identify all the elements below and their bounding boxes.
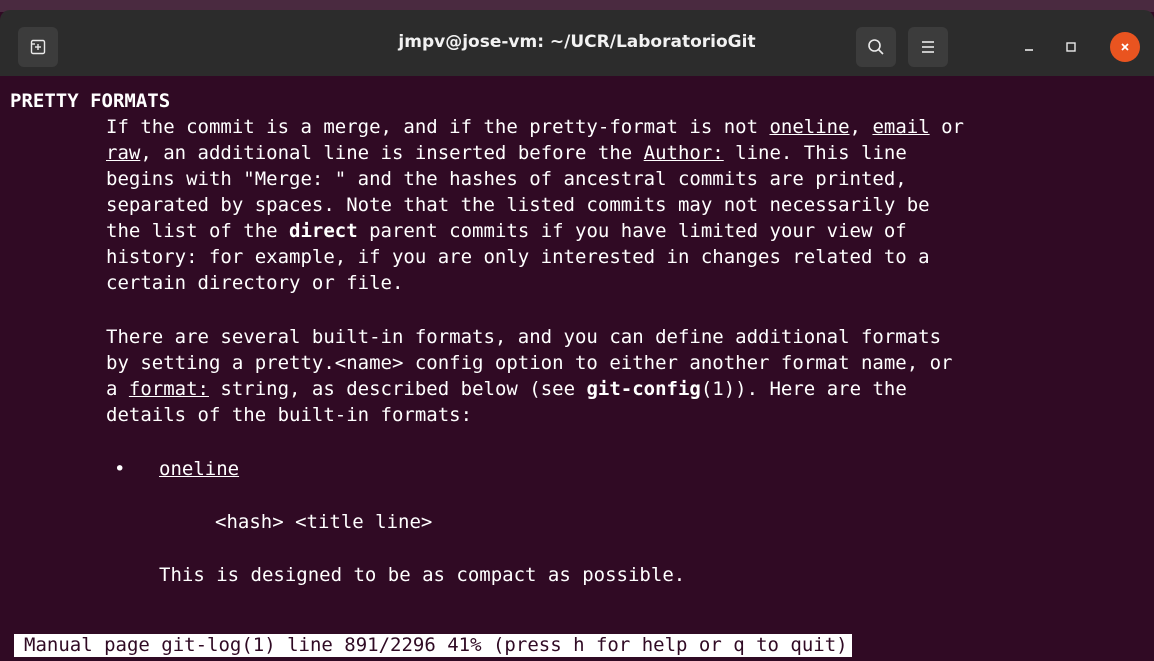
format-ref: format: (128, 378, 209, 400)
format-description: This is designed to be as compact as pos… (159, 564, 686, 586)
section-heading: PRETTY FORMATS (10, 90, 171, 112)
text-line: by setting a pretty.<name> config option… (106, 352, 953, 374)
git-config-ref: git-config (586, 378, 701, 400)
text-span: or (929, 116, 964, 138)
terminal-window: jmpv@jose-vm: ~/UCR/LaboratorioGit PRETT… (0, 0, 1154, 661)
direct-emphasis: direct (289, 220, 358, 242)
text-line: a format: string, as described below (se… (106, 377, 907, 401)
text-span: , an additional line is inserted before … (140, 142, 644, 164)
format-example: <hash> <title line> (215, 511, 433, 533)
list-item-oneline: oneline (159, 458, 240, 480)
menu-button[interactable] (908, 27, 948, 67)
text-span: a (106, 378, 129, 400)
hamburger-menu-icon (922, 41, 934, 53)
maximize-button[interactable] (1056, 32, 1086, 62)
search-button[interactable] (856, 27, 896, 67)
text-line: There are several built-in formats, and … (106, 326, 942, 348)
author-ref: Author: (643, 142, 724, 164)
window-title: jmpv@jose-vm: ~/UCR/LaboratorioGit (398, 32, 756, 52)
text-line: begins with "Merge: " and the hashes of … (106, 168, 907, 190)
minimize-button[interactable] (1014, 32, 1044, 62)
text-span: , (849, 116, 873, 138)
terminal-output[interactable]: PRETTY FORMATS If the commit is a merge,… (10, 80, 1150, 640)
text-line: raw, an additional line is inserted befo… (106, 141, 907, 165)
oneline-ref: oneline (769, 116, 850, 138)
close-button[interactable] (1110, 32, 1140, 62)
text-span: parent commits if you have limited your … (357, 220, 907, 242)
maximize-icon (1066, 42, 1076, 52)
text-line: history: for example, if you are only in… (106, 246, 930, 268)
text-line: If the commit is a merge, and if the pre… (106, 115, 964, 139)
text-line: certain directory or file. (106, 272, 404, 294)
text-span: the list of the (106, 220, 290, 242)
pager-status-bar: Manual page git-log(1) line 891/2296 41%… (14, 634, 852, 657)
text-line: details of the built-in formats: (106, 404, 473, 426)
raw-ref: raw (106, 142, 141, 164)
text-line: separated by spaces. Note that the liste… (106, 194, 930, 216)
titlebar[interactable]: jmpv@jose-vm: ~/UCR/LaboratorioGit (0, 10, 1154, 76)
text-span: If the commit is a merge, and if the pre… (106, 116, 770, 138)
minimize-icon (1025, 49, 1033, 51)
text-span: string, as described below (see (208, 378, 587, 400)
bullet-icon: • (114, 458, 126, 480)
text-span: line. This line (723, 142, 907, 164)
search-icon (868, 39, 884, 55)
text-line: the list of the direct parent commits if… (106, 219, 907, 243)
close-icon (1121, 43, 1129, 51)
email-ref: email (872, 116, 930, 138)
text-span: (1)). Here are the (700, 378, 907, 400)
